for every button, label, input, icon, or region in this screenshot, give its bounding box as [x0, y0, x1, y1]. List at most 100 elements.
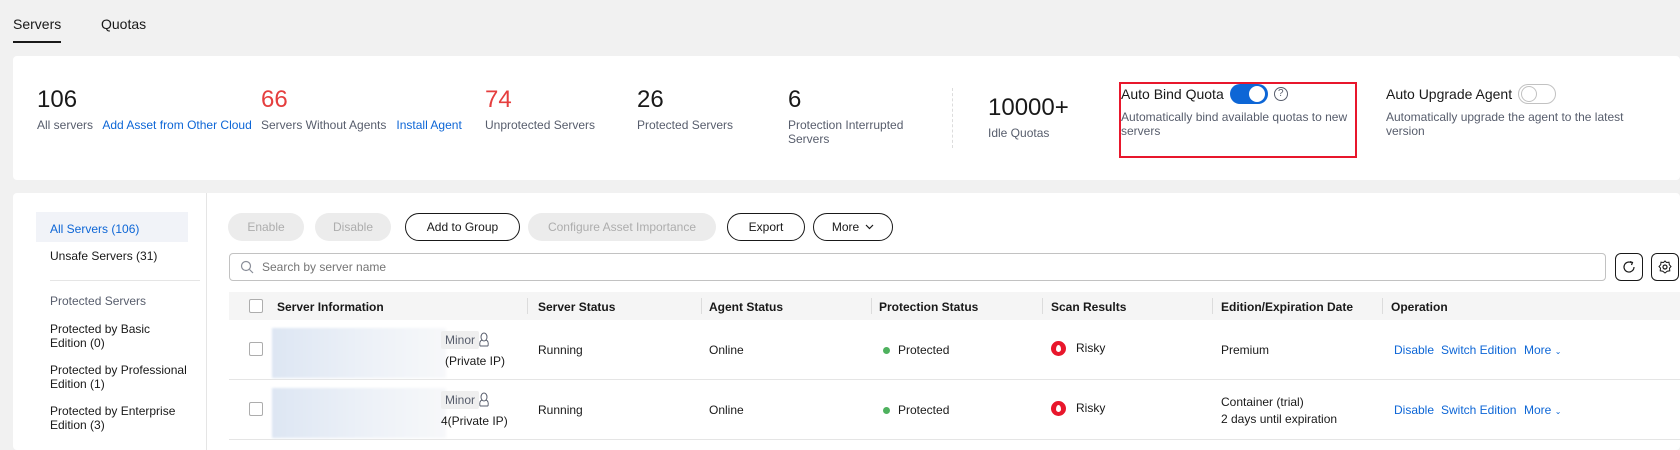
status-dot-icon	[883, 407, 890, 415]
stat-unprotected: 74 Unprotected Servers	[485, 86, 595, 132]
toggle-knob	[1521, 86, 1538, 102]
interrupted-label-line2: Servers	[788, 132, 830, 146]
tab-quotas[interactable]: Quotas	[101, 16, 146, 32]
row-checkbox[interactable]	[249, 402, 263, 416]
edition: Container (trial) 2 days until expiratio…	[1221, 394, 1337, 428]
enable-button[interactable]: Enable	[228, 213, 304, 241]
col-agent-status: Agent Status	[709, 300, 784, 314]
tab-servers[interactable]: Servers	[13, 16, 61, 32]
disable-link[interactable]: Disable	[1394, 343, 1434, 357]
col-scan-results: Scan Results	[1051, 300, 1127, 314]
importance-tag: Minor	[441, 331, 480, 349]
col-protection-status: Protection Status	[879, 300, 979, 314]
basic-line1: Protected by Basic	[50, 322, 151, 336]
unprotected-count: 74	[485, 86, 512, 113]
chevron-down-icon: ⌄	[1554, 407, 1562, 416]
auto-upgrade-title: Auto Upgrade Agent	[1386, 86, 1513, 102]
scan-result-text: Risky	[1076, 401, 1106, 415]
protection-status-text: Protected	[898, 343, 950, 357]
interrupted-label-line1: Protection Interrupted	[788, 118, 904, 132]
col-server-information: Server Information	[277, 300, 384, 314]
add-to-group-button[interactable]: Add to Group	[405, 213, 520, 241]
col-separator	[527, 298, 528, 314]
sidebar-item-professional[interactable]: Protected by Professional Edition (1)	[50, 363, 187, 391]
stat-idle-quotas: 10000+ Idle Quotas	[988, 94, 1069, 140]
sidebar-item-all-servers[interactable]: All Servers (106)	[36, 212, 188, 242]
top-tabs: Servers Quotas	[0, 0, 1680, 50]
risk-icon	[1051, 341, 1066, 357]
refresh-icon	[1623, 260, 1635, 273]
professional-line2: Edition (1)	[50, 377, 105, 391]
col-separator	[1212, 298, 1213, 314]
without-agents-count: 66	[261, 86, 288, 113]
protection-status: Protected	[883, 403, 949, 417]
stat-interrupted: 6 Protection Interrupted Servers	[788, 86, 903, 146]
scan-results: Risky	[1051, 401, 1106, 417]
configure-asset-importance-button[interactable]: Configure Asset Importance	[528, 213, 716, 241]
auto-upgrade-desc-line1: Automatically upgrade the agent to the l…	[1386, 110, 1624, 124]
table-row: Minor (Private IP) Running Online Protec…	[229, 320, 1680, 380]
interrupted-count: 6	[788, 86, 802, 113]
select-all-checkbox[interactable]	[249, 299, 263, 313]
add-asset-link[interactable]: Add Asset from Other Cloud	[102, 118, 251, 132]
chevron-down-icon: ⌄	[1554, 347, 1562, 356]
auto-upgrade-toggle[interactable]	[1518, 84, 1557, 104]
server-status: Running	[538, 343, 583, 357]
professional-line1: Protected by Professional	[50, 363, 187, 377]
more-link-label: More	[1524, 343, 1552, 357]
all-servers-count: 106	[37, 86, 78, 113]
redacted-server-info	[272, 328, 446, 378]
more-label: More	[831, 220, 860, 234]
col-separator	[871, 298, 872, 314]
refresh-button[interactable]	[1615, 253, 1643, 281]
col-separator	[1042, 298, 1043, 314]
stats-divider	[952, 88, 953, 148]
importance-tag: Minor	[441, 391, 480, 409]
more-link-label: More	[1524, 403, 1552, 417]
sidebar-item-basic[interactable]: Protected by Basic Edition (0)	[50, 322, 150, 350]
install-agent-link[interactable]: Install Agent	[396, 118, 461, 132]
search-input[interactable]	[262, 260, 1605, 274]
search-box	[229, 253, 1606, 281]
scan-results: Risky	[1051, 341, 1106, 357]
disable-button[interactable]: Disable	[315, 213, 391, 241]
export-button[interactable]: Export	[727, 213, 805, 241]
col-operation: Operation	[1391, 300, 1448, 314]
edition: Premium	[1221, 343, 1270, 357]
auto-upgrade-agent: Auto Upgrade Agent Automatically upgrade…	[1386, 84, 1624, 138]
col-server-status: Server Status	[538, 300, 616, 314]
status-dot-icon	[883, 347, 890, 355]
idle-quotas-label: Idle Quotas	[988, 126, 1050, 140]
settings-button[interactable]	[1651, 253, 1679, 281]
col-separator	[1382, 298, 1383, 314]
servers-panel: All Servers (106) Unsafe Servers (31) Pr…	[13, 193, 1680, 450]
sidebar-item-enterprise[interactable]: Protected by Enterprise Edition (3)	[50, 404, 175, 432]
more-link[interactable]: More ⌄	[1524, 403, 1561, 417]
without-agents-label: Servers Without Agents	[261, 118, 387, 132]
disable-link[interactable]: Disable	[1394, 403, 1434, 417]
redacted-server-info	[272, 388, 446, 438]
sidebar-divider	[50, 280, 200, 281]
gear-icon	[1658, 260, 1672, 274]
risk-icon	[1051, 401, 1066, 417]
more-button[interactable]: More	[813, 213, 893, 241]
enterprise-line2: Edition (3)	[50, 418, 105, 432]
stat-without-agents: 66 Servers Without Agents Install Agent	[261, 86, 462, 132]
server-ip: (Private IP)	[445, 354, 506, 368]
protection-status: Protected	[883, 343, 949, 357]
table-row: Minor 4(Private IP) Running Online Prote…	[229, 380, 1680, 440]
more-link[interactable]: More ⌄	[1524, 343, 1561, 357]
server-ip: 4(Private IP)	[441, 414, 508, 428]
sidebar-border	[206, 193, 207, 450]
all-servers-label: All servers	[37, 118, 94, 132]
switch-edition-link[interactable]: Switch Edition	[1441, 403, 1516, 417]
server-status: Running	[538, 403, 583, 417]
switch-edition-link[interactable]: Switch Edition	[1441, 343, 1516, 357]
sidebar-item-unsafe-servers[interactable]: Unsafe Servers (31)	[50, 249, 157, 263]
col-edition-expiration: Edition/Expiration Date	[1221, 300, 1354, 314]
row-checkbox[interactable]	[249, 342, 263, 356]
active-tab-indicator	[13, 41, 61, 43]
scan-result-text: Risky	[1076, 341, 1106, 355]
basic-line2: Edition (0)	[50, 336, 105, 350]
col-separator	[701, 298, 702, 314]
